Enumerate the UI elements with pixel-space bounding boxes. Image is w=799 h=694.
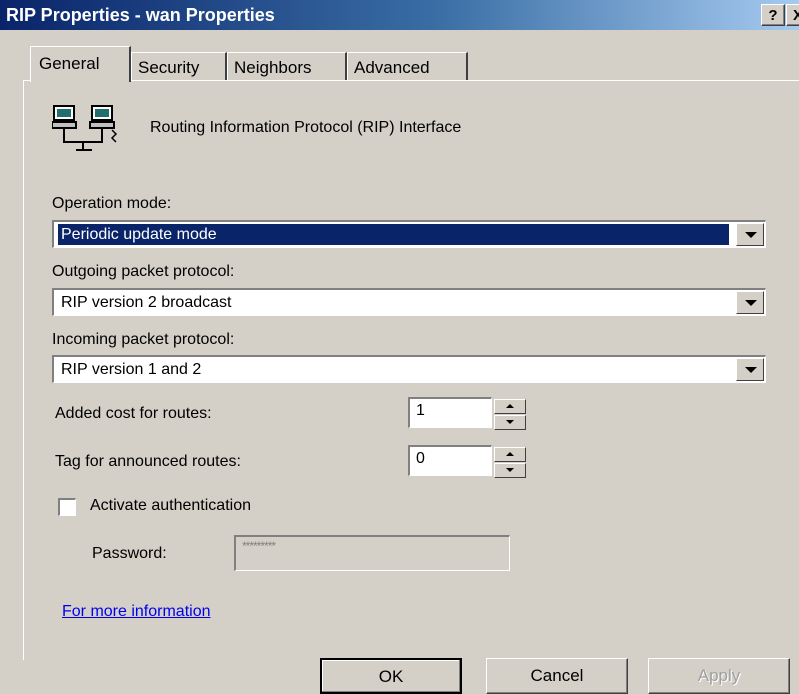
apply-button: Apply — [648, 658, 790, 694]
tab-advanced[interactable]: Advanced — [347, 52, 468, 81]
tab-general[interactable]: General — [30, 46, 131, 82]
rip-properties-dialog: RIP Properties - wan Properties ? X Gene… — [0, 0, 799, 694]
help-button[interactable]: ? — [761, 4, 785, 26]
tab-security[interactable]: Security — [131, 52, 227, 81]
title-bar[interactable]: RIP Properties - wan Properties ? X — [0, 0, 799, 30]
tab-neighbors[interactable]: Neighbors — [227, 52, 347, 81]
window-title: RIP Properties - wan Properties — [6, 5, 275, 25]
general-tab-panel — [23, 80, 799, 660]
ok-button[interactable]: OK — [320, 658, 462, 694]
close-button[interactable]: X — [786, 4, 799, 26]
cancel-button[interactable]: Cancel — [486, 658, 628, 694]
